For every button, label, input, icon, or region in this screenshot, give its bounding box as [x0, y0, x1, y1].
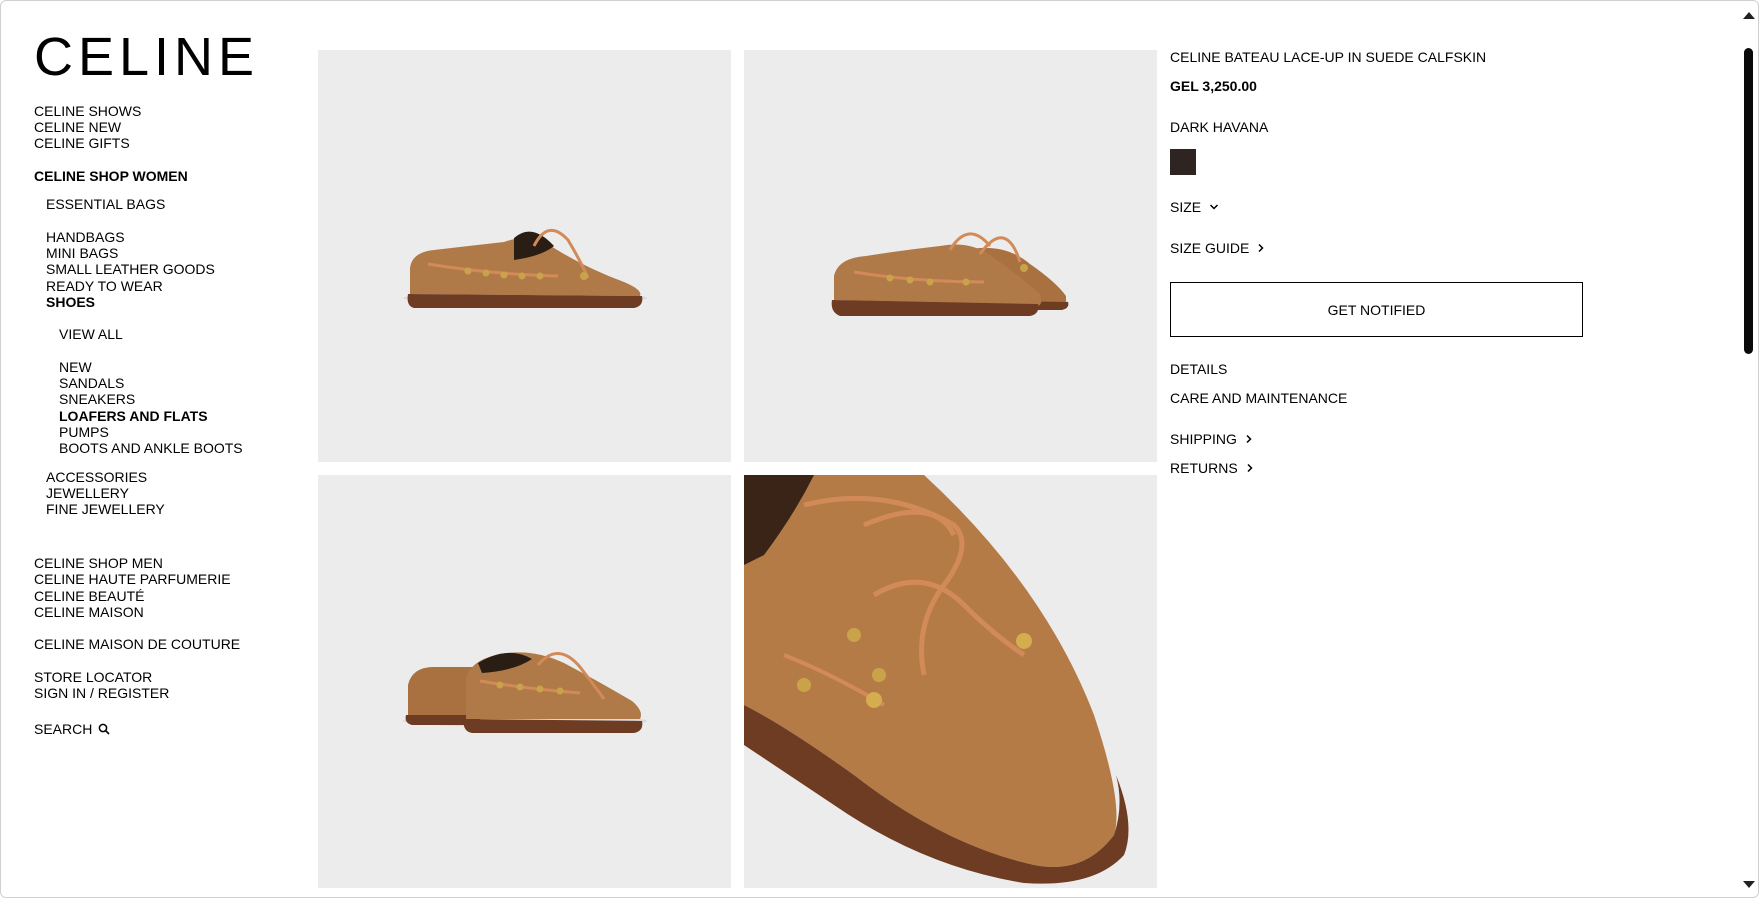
care-and-maintenance-link[interactable]: CARE AND MAINTENANCE	[1170, 390, 1347, 406]
nav-ready-to-wear[interactable]: READY TO WEAR	[46, 278, 163, 294]
size-label: SIZE	[1170, 199, 1202, 215]
scroll-down-arrow-icon[interactable]	[1743, 881, 1755, 888]
chevron-right-icon	[1247, 463, 1253, 473]
product-image-pair-front[interactable]	[744, 50, 1157, 462]
returns-link[interactable]: RETURNS	[1170, 460, 1254, 476]
sidebar: CELINE CELINE SHOWS CELINE NEW CELINE GI…	[34, 0, 294, 898]
product-image-side[interactable]	[318, 50, 731, 462]
nav-shop-men[interactable]: CELINE SHOP MEN	[34, 555, 163, 571]
search-link[interactable]: SEARCH	[34, 721, 110, 737]
nav-haute-parfumerie[interactable]: CELINE HAUTE PARFUMERIE	[34, 571, 231, 587]
nav-shop-women[interactable]: CELINE SHOP WOMEN	[34, 168, 188, 184]
scroll-up-arrow-icon[interactable]	[1743, 12, 1755, 19]
product-panel: CELINE BATEAU LACE-UP IN SUEDE CALFSKIN …	[1170, 0, 1590, 898]
product-price: GEL 3,250.00	[1170, 78, 1257, 94]
product-image-pair-back[interactable]	[318, 475, 731, 888]
nav-pumps[interactable]: PUMPS	[59, 424, 109, 440]
get-notified-button[interactable]: GET NOTIFIED	[1170, 282, 1583, 337]
nav-boots-and-ankle-boots[interactable]: BOOTS AND ANKLE BOOTS	[59, 440, 243, 456]
details-link[interactable]: DETAILS	[1170, 361, 1227, 377]
nav-beaute[interactable]: CELINE BEAUTÉ	[34, 588, 144, 604]
nav-mini-bags[interactable]: MINI BAGS	[46, 245, 118, 261]
nav-handbags[interactable]: HANDBAGS	[46, 229, 125, 245]
nav-sign-in-register[interactable]: SIGN IN / REGISTER	[34, 685, 169, 701]
shoe-pair-front-image	[831, 232, 1069, 316]
returns-label: RETURNS	[1170, 460, 1238, 476]
size-guide-label: SIZE GUIDE	[1170, 240, 1250, 256]
celine-logo[interactable]: CELINE	[34, 30, 259, 84]
search-label: SEARCH	[34, 721, 93, 737]
nav-loafers-and-flats[interactable]: LOAFERS AND FLATS	[59, 408, 208, 424]
shipping-label: SHIPPING	[1170, 431, 1237, 447]
nav-celine-shows[interactable]: CELINE SHOWS	[34, 103, 141, 119]
size-guide-link[interactable]: SIZE GUIDE	[1170, 240, 1265, 256]
nav-sneakers[interactable]: SNEAKERS	[59, 391, 135, 407]
nav-sandals[interactable]: SANDALS	[59, 375, 124, 391]
nav-celine-new[interactable]: CELINE NEW	[34, 119, 121, 135]
nav-jewellery[interactable]: JEWELLERY	[46, 485, 129, 501]
nav-maison-de-couture[interactable]: CELINE MAISON DE COUTURE	[34, 636, 240, 652]
chevron-down-icon	[1210, 204, 1219, 210]
chevron-right-icon	[1258, 243, 1264, 253]
size-select[interactable]: SIZE	[1170, 199, 1219, 215]
product-image-toe-closeup[interactable]	[744, 475, 1157, 888]
shoe-pair-back-image	[403, 652, 647, 733]
chevron-right-icon	[1246, 434, 1252, 444]
nav-new[interactable]: NEW	[59, 359, 92, 375]
product-title: CELINE BATEAU LACE-UP IN SUEDE CALFSKIN	[1170, 49, 1487, 65]
scrollbar-thumb[interactable]	[1744, 48, 1753, 354]
shoe-closeup-image	[744, 475, 1129, 884]
page-scrollbar[interactable]	[1739, 0, 1759, 898]
nav-small-leather-goods[interactable]: SMALL LEATHER GOODS	[46, 261, 215, 277]
nav-view-all[interactable]: VIEW ALL	[59, 326, 123, 342]
search-icon	[99, 723, 110, 735]
shoe-side-image	[403, 229, 647, 308]
color-swatch-dark-havana[interactable]	[1170, 149, 1196, 175]
nav-maison[interactable]: CELINE MAISON	[34, 604, 144, 620]
nav-essential-bags[interactable]: ESSENTIAL BAGS	[46, 196, 165, 212]
nav-accessories[interactable]: ACCESSORIES	[46, 469, 147, 485]
nav-shoes[interactable]: SHOES	[46, 294, 95, 310]
nav-fine-jewellery[interactable]: FINE JEWELLERY	[46, 501, 165, 517]
nav-celine-gifts[interactable]: CELINE GIFTS	[34, 135, 130, 151]
nav-store-locator[interactable]: STORE LOCATOR	[34, 669, 152, 685]
color-name: DARK HAVANA	[1170, 119, 1269, 135]
shipping-link[interactable]: SHIPPING	[1170, 431, 1253, 447]
